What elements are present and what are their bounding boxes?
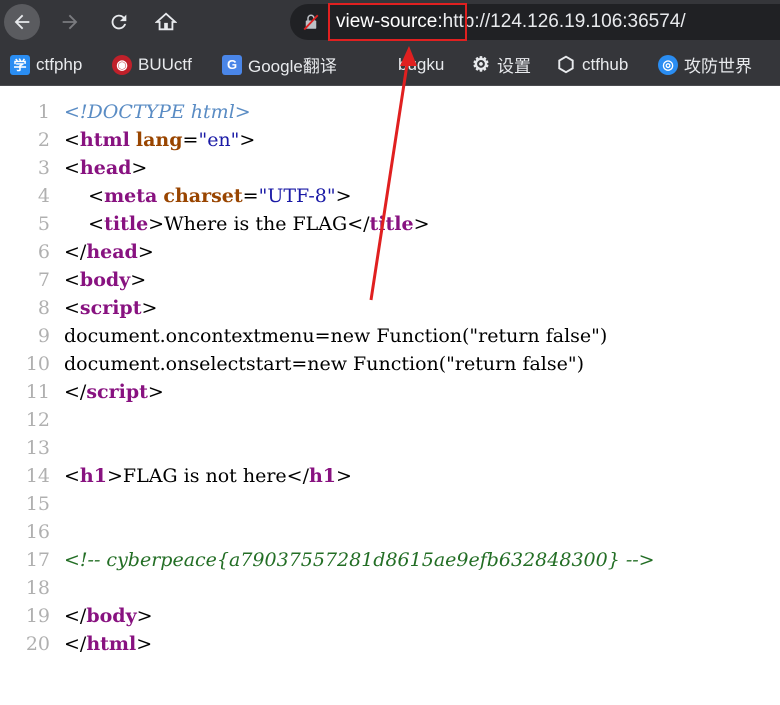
flag-comment: <!-- cyberpeace{a79037557281d8615ae9efb6… bbox=[64, 549, 655, 571]
tag-name: script bbox=[86, 381, 148, 403]
browser-toolbar: view-source:http://124.126.19.106:36574/ bbox=[0, 0, 780, 44]
source-line: 8 <script> bbox=[0, 294, 780, 322]
bookmark-ctfphp[interactable]: 学 ctfphp bbox=[10, 44, 82, 85]
line-number: 9 bbox=[37, 325, 50, 347]
h1-text: FLAG is not here bbox=[122, 465, 287, 487]
attr-value: "en" bbox=[198, 129, 240, 151]
bookmark-gongfang[interactable]: ◎ 攻防世界 bbox=[658, 44, 752, 85]
bookmark-ctfhub[interactable]: ⬡ ctfhub bbox=[556, 44, 628, 85]
tag-name: head bbox=[86, 241, 138, 263]
highlight-box bbox=[328, 3, 467, 41]
tag-name: title bbox=[104, 213, 149, 235]
line-number: 6 bbox=[37, 241, 50, 263]
hex-icon: ⬡ bbox=[557, 54, 575, 76]
attr-name: charset bbox=[163, 185, 243, 207]
tag-name: html bbox=[79, 129, 130, 151]
tag-name: meta bbox=[104, 185, 158, 207]
flame-icon: ◉ bbox=[112, 54, 132, 75]
line-number: 1 bbox=[37, 101, 50, 123]
tag-name: h1 bbox=[308, 465, 337, 487]
book-icon: 学 bbox=[10, 54, 30, 75]
source-line: 13 bbox=[0, 434, 780, 462]
tag-name: h1 bbox=[79, 465, 107, 487]
bookmark-buuctf[interactable]: ◉ BUUctf bbox=[112, 44, 192, 85]
reload-icon bbox=[111, 14, 127, 30]
forward-button[interactable] bbox=[52, 4, 88, 40]
source-line: 18 bbox=[0, 574, 780, 602]
line-number: 5 bbox=[37, 213, 50, 235]
line-number: 11 bbox=[25, 381, 50, 403]
back-button[interactable] bbox=[4, 4, 40, 40]
source-line: 19 </body> bbox=[0, 602, 780, 630]
gear-icon: ⚙ bbox=[472, 54, 490, 76]
source-line: 7 <body> bbox=[0, 266, 780, 294]
source-line: 2 <html lang="en"> bbox=[0, 126, 780, 154]
source-line: 20 </html> bbox=[0, 630, 780, 658]
source-line: 17 <!-- cyberpeace{a79037557281d8615ae9ef… bbox=[0, 546, 780, 574]
bookmark-settings[interactable]: ⚙ 设置 bbox=[471, 44, 531, 85]
source-line: 5 <title>Where is the FLAG</title> bbox=[0, 210, 780, 238]
bookmark-label: ctfphp bbox=[36, 54, 83, 74]
line-number: 7 bbox=[37, 269, 50, 291]
source-view: 1 <!DOCTYPE html> 2 <html lang="en"> 3 <hea… bbox=[0, 98, 780, 658]
line-number: 10 bbox=[25, 353, 50, 375]
line-number: 12 bbox=[25, 409, 50, 431]
script-text: document.oncontextmenu=new Function("ret… bbox=[64, 325, 608, 347]
script-text: document.onselectstart=new Function("ret… bbox=[64, 353, 585, 375]
tag-name: body bbox=[79, 269, 131, 291]
line-number: 8 bbox=[37, 297, 50, 319]
reload-button[interactable] bbox=[101, 4, 137, 40]
line-number: 2 bbox=[37, 129, 50, 151]
line-number: 13 bbox=[25, 437, 50, 459]
attr-name: lang bbox=[135, 129, 183, 151]
source-line: 6 </head> bbox=[0, 238, 780, 266]
source-line: 4 <meta charset="UTF-8"> bbox=[0, 182, 780, 210]
bookmark-label: ctfhub bbox=[582, 54, 629, 74]
source-line: 10 document.onselectstart=new Function("r… bbox=[0, 350, 780, 378]
bookmarks-bar: 学 ctfphp ◉ BUUctf G Google翻译 bugku ⚙ 设置 … bbox=[0, 44, 780, 86]
title-text: Where is the FLAG bbox=[164, 213, 348, 235]
arrow-right-icon bbox=[62, 14, 78, 30]
home-button[interactable] bbox=[148, 4, 184, 40]
source-line: 16 bbox=[0, 518, 780, 546]
source-line: 1 <!DOCTYPE html> bbox=[0, 98, 780, 126]
line-number: 17 bbox=[25, 549, 50, 571]
source-line: 12 bbox=[0, 406, 780, 434]
line-number: 20 bbox=[25, 633, 50, 655]
not-secure-icon bbox=[303, 14, 319, 31]
tag-name: title bbox=[369, 213, 414, 235]
home-icon bbox=[155, 12, 177, 31]
bookmark-google-translate[interactable]: G Google翻译 bbox=[222, 44, 337, 85]
line-number: 14 bbox=[25, 465, 50, 487]
bookmark-label: Google翻译 bbox=[248, 57, 337, 76]
url-rest: http://124.126.19.106:36574/ bbox=[442, 11, 686, 32]
line-number: 4 bbox=[37, 185, 50, 207]
source-line: 15 bbox=[0, 490, 780, 518]
line-number: 15 bbox=[25, 493, 50, 515]
bookmark-label: 攻防世界 bbox=[684, 57, 752, 76]
translate-icon: G bbox=[222, 54, 242, 75]
bookmark-label: BUUctf bbox=[138, 54, 192, 74]
bookmark-bugku[interactable]: bugku bbox=[398, 44, 444, 85]
source-line: 11 </script> bbox=[0, 378, 780, 406]
line-number: 18 bbox=[25, 577, 50, 599]
doctype: <!DOCTYPE html> bbox=[64, 101, 251, 123]
bookmark-label: 设置 bbox=[497, 57, 531, 76]
tag-name: head bbox=[79, 157, 132, 179]
tag-name: script bbox=[79, 297, 142, 319]
source-line: 14 <h1>FLAG is not here</h1> bbox=[0, 462, 780, 490]
tag-name: html bbox=[86, 633, 137, 655]
attr-value: "UTF-8" bbox=[258, 185, 336, 207]
source-line: 3 <head> bbox=[0, 154, 780, 182]
globe-icon: ◎ bbox=[658, 54, 678, 75]
line-number: 16 bbox=[25, 521, 50, 543]
source-line: 9 document.oncontextmenu=new Function("re… bbox=[0, 322, 780, 350]
line-number: 19 bbox=[25, 605, 50, 627]
bookmark-label: bugku bbox=[398, 54, 445, 74]
tag-name: body bbox=[86, 605, 137, 627]
arrow-left-icon bbox=[14, 14, 30, 30]
line-number: 3 bbox=[37, 157, 50, 179]
